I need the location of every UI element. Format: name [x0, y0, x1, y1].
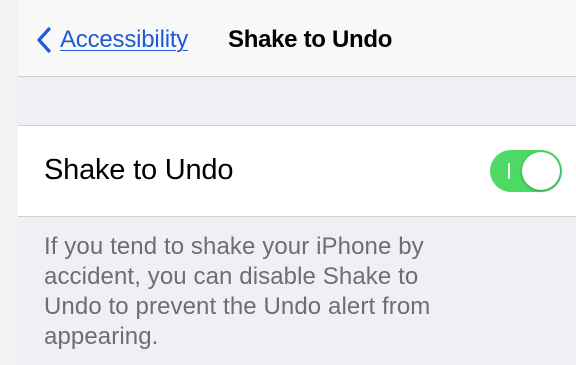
toggle-knob[interactable]: [522, 152, 560, 190]
footer-line: accident, you can disable Shake to: [44, 263, 419, 290]
toggle-on-indicator-icon: [508, 163, 510, 179]
back-button[interactable]: Accessibility: [36, 22, 188, 58]
shake-to-undo-label: Shake to Undo: [44, 154, 234, 186]
footer-line: Undo to prevent the Undo alert from: [44, 293, 431, 320]
chevron-left-icon: [37, 27, 51, 53]
settings-screen: Accessibility Shake to Undo Shake to Und…: [18, 0, 576, 365]
footer-line: If you tend to shake your iPhone by: [44, 233, 424, 260]
footer-line: appearing.: [44, 323, 159, 350]
shake-to-undo-cell: Shake to Undo: [18, 125, 576, 217]
section-spacer: [18, 77, 576, 125]
shake-to-undo-toggle[interactable]: [490, 150, 562, 192]
section-footer-description: If you tend to shake your iPhone by acci…: [44, 232, 564, 352]
back-button-label[interactable]: Accessibility: [60, 26, 188, 54]
navigation-bar: Accessibility Shake to Undo: [18, 0, 576, 77]
page-title: Shake to Undo: [228, 26, 393, 53]
screen-edge: [0, 0, 19, 365]
